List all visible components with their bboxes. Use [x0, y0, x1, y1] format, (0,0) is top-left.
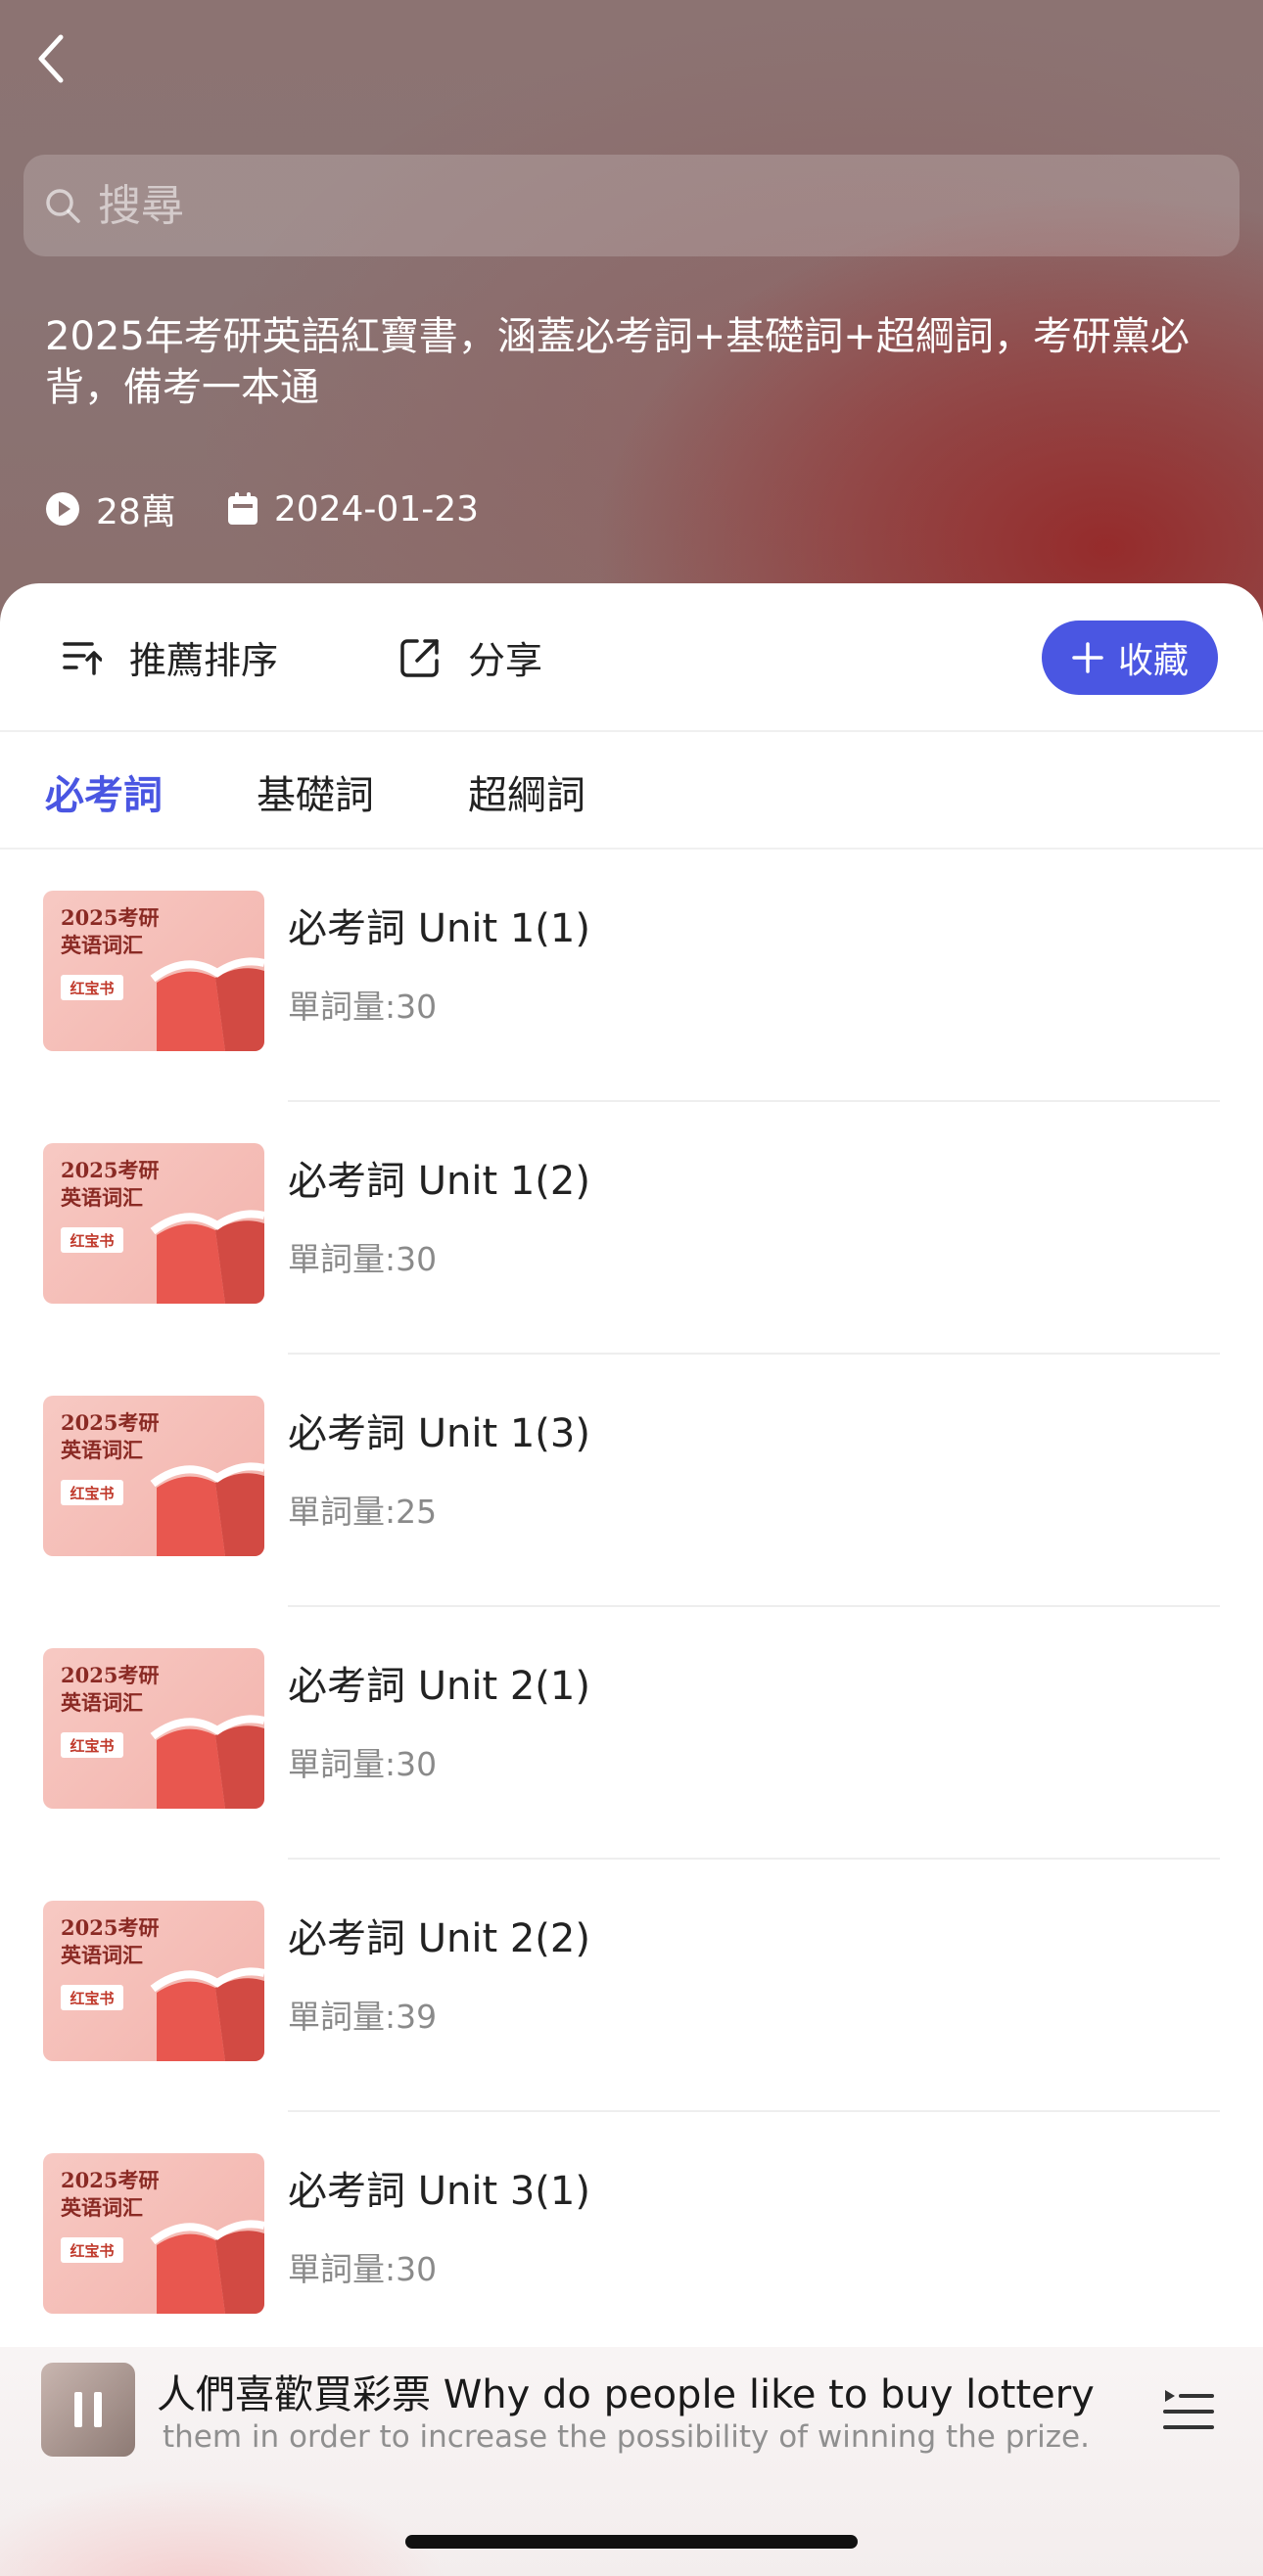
play-count: 28萬 [45, 483, 176, 534]
search-icon [46, 189, 80, 223]
tab-basic-words[interactable]: 基礎詞 [257, 763, 374, 820]
play-count-text: 28萬 [96, 492, 176, 532]
book-cover-thumbnail: 2025考研 英语词汇 红宝书 [43, 1396, 264, 1556]
cover-badge: 红宝书 [61, 1732, 123, 1758]
search-input[interactable] [96, 179, 1240, 232]
list-item[interactable]: 2025考研 英语词汇 红宝书 必考詞 Unit 2(1) 單詞量:30 [0, 1607, 1263, 1860]
cover-line-1: 2025考研 [61, 2168, 160, 2192]
open-book-icon [150, 1462, 264, 1556]
pause-button[interactable] [41, 2363, 135, 2457]
playlist-icon [1163, 2390, 1214, 2429]
cover-line-2: 英语词汇 [61, 2195, 143, 2220]
cover-badge: 红宝书 [61, 1480, 123, 1505]
book-cover-thumbnail: 2025考研 英语词汇 红宝书 [43, 1143, 264, 1304]
toolbar: 推薦排序 分享 收藏 [0, 583, 1263, 732]
list-item[interactable]: 2025考研 英语词汇 红宝书 必考詞 Unit 3(1) 單詞量:30 [0, 2112, 1263, 2365]
content-sheet: 推薦排序 分享 收藏 必考詞 基礎詞 超綱詞 2025考研 英语词汇 红宝书 必… [0, 583, 1263, 2576]
home-indicator [405, 2535, 858, 2549]
collect-button[interactable]: 收藏 [1042, 621, 1218, 695]
publish-date-text: 2024-01-23 [273, 488, 480, 529]
share-button[interactable]: 分享 [399, 630, 542, 684]
open-book-icon [150, 957, 264, 1051]
tab-beyond-syllabus-words[interactable]: 超綱詞 [468, 763, 585, 820]
share-label: 分享 [468, 639, 543, 682]
cover-line-2: 英语词汇 [61, 933, 143, 957]
unit-list: 2025考研 英语词汇 红宝书 必考詞 Unit 1(1) 單詞量:30 2025… [0, 850, 1263, 2365]
cover-line-2: 英语词汇 [61, 1438, 143, 1462]
word-count: 單詞量:25 [288, 1493, 438, 1531]
pause-icon [74, 2392, 102, 2427]
unit-title: 必考詞 Unit 1(2) [288, 1159, 590, 1204]
category-tabs: 必考詞 基礎詞 超綱詞 [0, 732, 1263, 850]
header-hero: 2025年考研英語紅寶書，涵蓋必考詞+基礎詞+超綱詞，考研黨必背，備考一本通 2… [0, 0, 1263, 626]
book-cover-thumbnail: 2025考研 英语词汇 红宝书 [43, 1901, 264, 2061]
play-icon [46, 492, 79, 526]
list-item[interactable]: 2025考研 英语词汇 红宝书 必考詞 Unit 1(3) 單詞量:25 [0, 1355, 1263, 1607]
search-bar[interactable] [23, 155, 1240, 256]
book-cover-thumbnail: 2025考研 英语词汇 红宝书 [43, 2153, 264, 2314]
calendar-icon [227, 492, 257, 525]
cover-line-1: 2025考研 [61, 1915, 160, 1940]
book-cover-thumbnail: 2025考研 英语词汇 红宝书 [43, 891, 264, 1051]
list-item[interactable]: 2025考研 英语词汇 红宝书 必考詞 Unit 2(2) 單詞量:39 [0, 1860, 1263, 2112]
open-book-icon [150, 1210, 264, 1304]
back-button[interactable] [25, 29, 76, 88]
cover-badge: 红宝书 [61, 975, 123, 1000]
cover-line-2: 英语词汇 [61, 1943, 143, 1967]
open-book-icon [150, 1967, 264, 2061]
word-count: 單詞量:30 [288, 988, 438, 1026]
chevron-left-icon [38, 34, 64, 83]
unit-title: 必考詞 Unit 2(1) [288, 1664, 590, 1709]
word-count: 單詞量:30 [288, 2250, 438, 2288]
cover-line-1: 2025考研 [61, 905, 160, 930]
cover-badge: 红宝书 [61, 1985, 123, 2010]
playlist-button[interactable] [1161, 2382, 1216, 2437]
open-book-icon [150, 1715, 264, 1809]
collect-label: 收藏 [1117, 641, 1189, 681]
publish-date: 2024-01-23 [227, 489, 479, 529]
tab-required-words[interactable]: 必考詞 [45, 763, 163, 820]
sort-button[interactable]: 推薦排序 [63, 630, 278, 684]
word-count: 單詞量:39 [288, 1998, 438, 2036]
sort-icon [63, 641, 102, 675]
cover-line-1: 2025考研 [61, 1158, 160, 1182]
unit-title: 必考詞 Unit 1(1) [288, 906, 590, 951]
unit-title: 必考詞 Unit 2(2) [288, 1916, 590, 1961]
share-icon [400, 638, 439, 677]
track-subtitle: them in order to increase the possibilit… [163, 2419, 1090, 2455]
track-cover[interactable] [41, 2363, 135, 2457]
unit-title: 必考詞 Unit 1(3) [288, 1411, 590, 1456]
cover-line-1: 2025考研 [61, 1410, 160, 1435]
book-description: 2025年考研英語紅寶書，涵蓋必考詞+基礎詞+超綱詞，考研黨必背，備考一本通 [45, 314, 1190, 410]
cover-line-1: 2025考研 [61, 1663, 160, 1687]
list-item[interactable]: 2025考研 英语词汇 红宝书 必考詞 Unit 1(1) 單詞量:30 [0, 850, 1263, 1102]
list-item[interactable]: 2025考研 英语词汇 红宝书 必考詞 Unit 1(2) 單詞量:30 [0, 1102, 1263, 1355]
book-meta: 28萬 2024-01-23 [45, 483, 530, 534]
open-book-icon [150, 2220, 264, 2314]
cover-line-2: 英语词汇 [61, 1185, 143, 1210]
unit-title: 必考詞 Unit 3(1) [288, 2169, 590, 2214]
book-cover-thumbnail: 2025考研 英语词汇 红宝书 [43, 1648, 264, 1809]
cover-line-2: 英语词汇 [61, 1690, 143, 1715]
plus-icon [1072, 642, 1103, 673]
cover-badge: 红宝书 [61, 1227, 123, 1253]
track-title: 人們喜歡買彩票 Why do people like to buy lotter… [157, 2372, 1095, 2417]
sort-label: 推薦排序 [129, 639, 279, 682]
cover-badge: 红宝书 [61, 2237, 123, 2263]
word-count: 單詞量:30 [288, 1745, 438, 1783]
word-count: 單詞量:30 [288, 1240, 438, 1278]
